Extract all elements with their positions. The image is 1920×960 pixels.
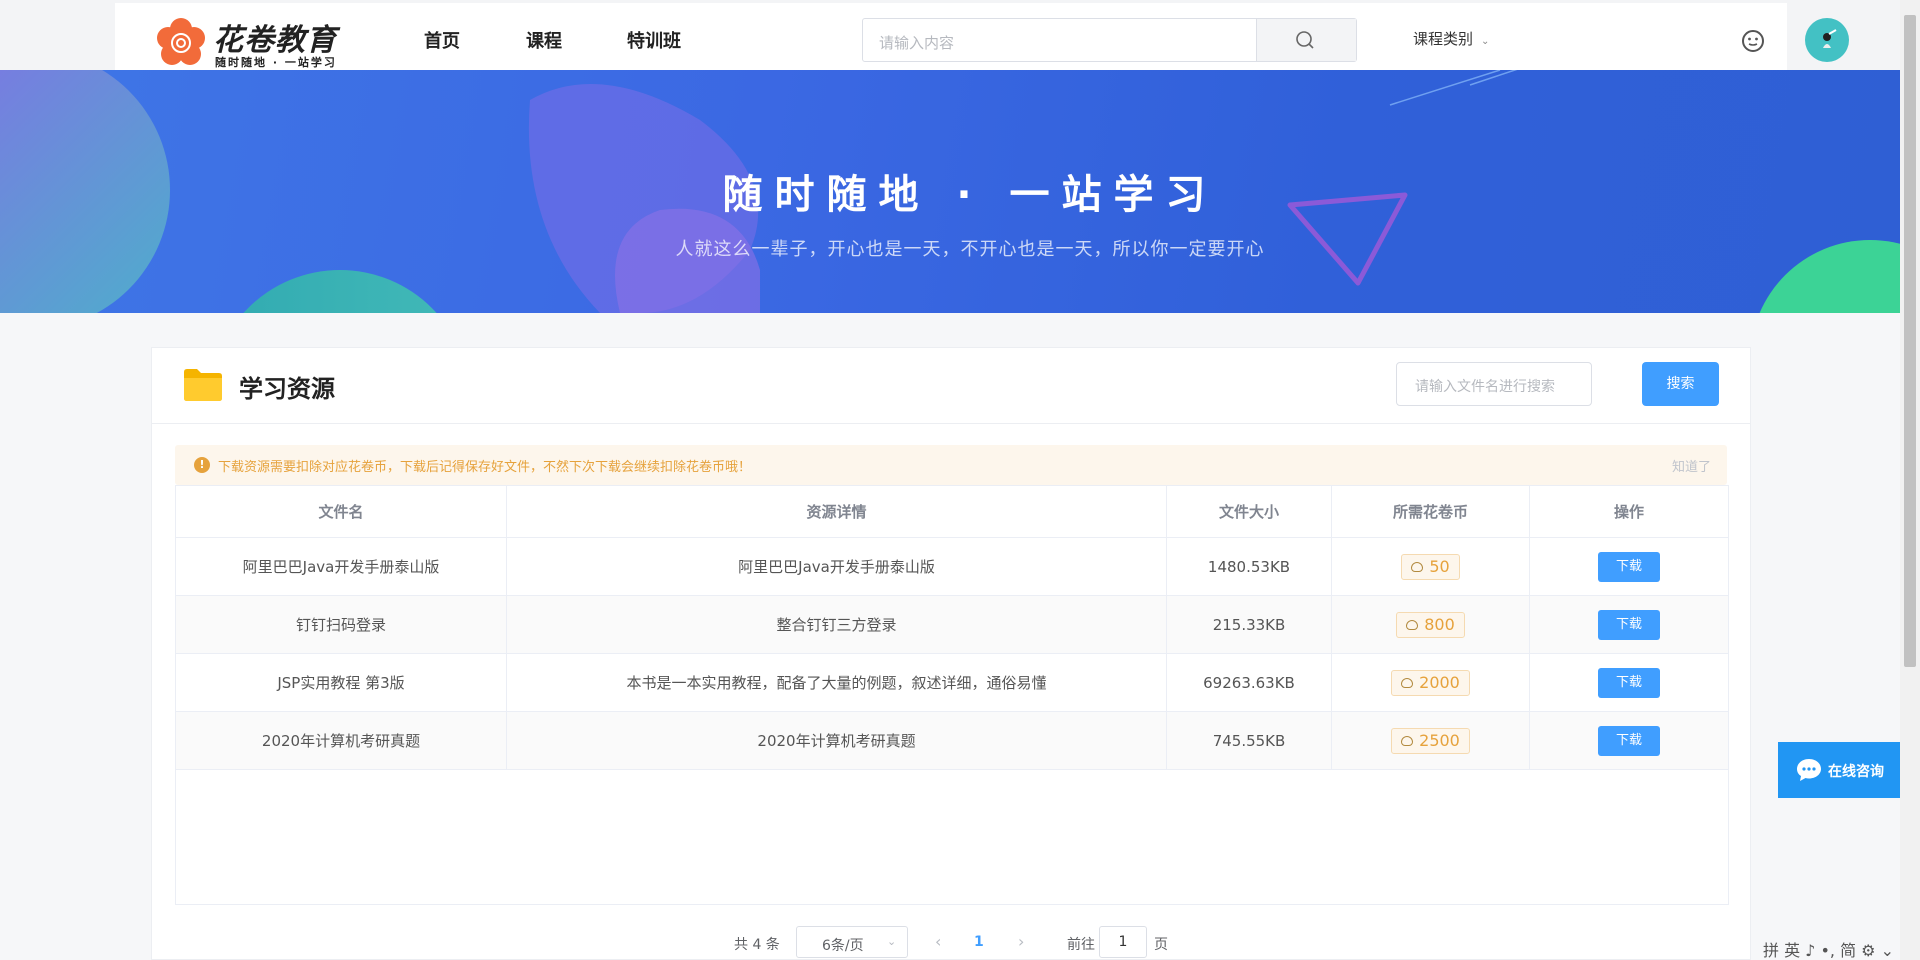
goto-page-input[interactable]: 1 xyxy=(1099,926,1147,958)
folder-icon xyxy=(184,369,222,401)
chat-bubble-icon xyxy=(1797,759,1821,781)
logo[interactable]: 花卷教育 随时随地 · 一站学习 xyxy=(155,13,355,69)
banner-subtitle: 人就这么一辈子，开心也是一天，不开心也是一天，所以你一定要开心 xyxy=(675,239,1265,260)
resources-panel: 学习资源 请输入文件名进行搜索 搜索 ! 下载资源需要扣除对应花卷币，下载后记得… xyxy=(151,347,1751,960)
coin-icon xyxy=(1406,619,1419,630)
cell-coins: 2500 xyxy=(1332,712,1530,769)
coin-tag: 50 xyxy=(1401,553,1460,580)
coin-icon xyxy=(1401,735,1414,746)
prev-page-icon[interactable]: ‹ xyxy=(935,932,941,951)
cell-filename: 阿里巴巴Java开发手册泰山版 xyxy=(176,538,507,595)
download-button[interactable]: 下载 xyxy=(1598,551,1660,582)
page-suffix: 页 xyxy=(1154,937,1168,953)
col-action: 操作 xyxy=(1613,503,1644,521)
coin-tag: 800 xyxy=(1396,611,1465,638)
user-avatar[interactable] xyxy=(1805,18,1849,62)
table-row: JSP实用教程 第3版 本书是一本实用教程，配备了大量的例题，叙述详细，通俗易懂… xyxy=(176,654,1728,712)
page-size-select[interactable]: 6条/页 ⌄ xyxy=(796,926,908,958)
category-label: 课程类别 xyxy=(1413,30,1474,48)
coin-icon xyxy=(1411,561,1424,572)
nav-courses[interactable]: 课程 xyxy=(526,27,562,53)
search-input[interactable]: 请输入内容 xyxy=(879,32,954,53)
pagination: 共 4 条 6条/页 ⌄ ‹ 1 › 前往 1 页 xyxy=(152,926,1752,958)
current-page[interactable]: 1 xyxy=(974,934,984,950)
cell-filename: 钉钉扫码登录 xyxy=(176,596,507,653)
cell-size: 69263.63KB xyxy=(1167,654,1332,711)
hero-banner: 随时随地 · 一站学习 人就这么一辈子，开心也是一天，不开心也是一天，所以你一定… xyxy=(0,70,1900,313)
coin-value: 2500 xyxy=(1419,731,1460,750)
cell-size: 745.55KB xyxy=(1167,712,1332,769)
download-button[interactable]: 下载 xyxy=(1598,725,1660,756)
cell-action: 下载 xyxy=(1530,712,1728,769)
site-search[interactable]: 请输入内容 xyxy=(862,18,1357,62)
cell-action: 下载 xyxy=(1530,654,1728,711)
next-page-icon[interactable]: › xyxy=(1018,932,1024,951)
chevron-down-icon: ⌄ xyxy=(1481,36,1490,47)
cell-size: 1480.53KB xyxy=(1167,538,1332,595)
coin-value: 800 xyxy=(1424,615,1455,634)
search-button[interactable] xyxy=(1256,19,1356,61)
file-search-placeholder: 请输入文件名进行搜索 xyxy=(1415,379,1555,395)
avatar-figure-icon xyxy=(1823,29,1837,48)
goto-label: 前往 xyxy=(1067,937,1095,953)
cell-action: 下载 xyxy=(1530,538,1728,595)
nav-home[interactable]: 首页 xyxy=(424,27,460,53)
col-coins: 所需花卷币 xyxy=(1332,486,1530,537)
cell-filename: JSP实用教程 第3版 xyxy=(176,654,507,711)
table-row: 阿里巴巴Java开发手册泰山版 阿里巴巴Java开发手册泰山版 1480.53K… xyxy=(176,538,1728,596)
panel-header: 学习资源 请输入文件名进行搜索 搜索 xyxy=(152,348,1750,424)
cell-action: 下载 xyxy=(1530,596,1728,653)
col-filename: 文件名 xyxy=(176,486,507,537)
table-row: 钉钉扫码登录 整合钉钉三方登录 215.33KB 800 下载 xyxy=(176,596,1728,654)
alert-close-button[interactable]: 知道了 xyxy=(1672,456,1711,475)
brand-name: 花卷教育 xyxy=(213,23,337,58)
top-bar: 花卷教育 随时随地 · 一站学习 首页 课程 特训班 请输入内容 课程类别 ⌄ xyxy=(0,0,1900,70)
course-category-dropdown[interactable]: 课程类别 ⌄ xyxy=(1413,28,1489,49)
search-icon xyxy=(1296,31,1314,49)
alert-text: 下载资源需要扣除对应花卷币，下载后记得保存好文件，不然下次下载会继续扣除花卷币哦… xyxy=(218,460,752,475)
cell-coins: 800 xyxy=(1332,596,1530,653)
consult-label: 在线咨询 xyxy=(1828,764,1884,780)
page-size-value: 6条/页 xyxy=(822,938,864,954)
resource-table: 文件名 资源详情 文件大小 所需花卷币 操作 阿里巴巴Java开发手册泰山版 阿… xyxy=(175,485,1729,905)
coin-value: 2000 xyxy=(1419,673,1460,692)
pagination-total: 共 4 条 xyxy=(734,937,780,953)
cell-detail: 阿里巴巴Java开发手册泰山版 xyxy=(507,538,1167,595)
file-search-input[interactable]: 请输入文件名进行搜索 xyxy=(1396,362,1592,406)
flower-logo-icon xyxy=(157,18,205,65)
table-row: 2020年计算机考研真题 2020年计算机考研真题 745.55KB 2500 … xyxy=(176,712,1728,770)
coin-value: 50 xyxy=(1429,557,1450,576)
online-consult-button[interactable]: 在线咨询 xyxy=(1778,742,1904,798)
page-scrollbar[interactable] xyxy=(1900,0,1920,960)
download-button[interactable]: 下载 xyxy=(1598,667,1660,698)
download-button[interactable]: 下载 xyxy=(1598,609,1660,640)
brand-slogan: 随时随地 · 一站学习 xyxy=(215,56,337,69)
warning-alert: ! 下载资源需要扣除对应花卷币，下载后记得保存好文件，不然下次下载会继续扣除花卷… xyxy=(175,445,1727,485)
header: 花卷教育 随时随地 · 一站学习 首页 课程 特训班 请输入内容 课程类别 ⌄ xyxy=(115,3,1849,70)
cell-coins: 50 xyxy=(1332,538,1530,595)
coin-icon xyxy=(1401,677,1414,688)
cell-detail: 整合钉钉三方登录 xyxy=(507,596,1167,653)
file-search-button[interactable]: 搜索 xyxy=(1642,362,1719,406)
nav-training[interactable]: 特训班 xyxy=(627,27,681,53)
cell-detail: 2020年计算机考研真题 xyxy=(507,712,1167,769)
coin-tag: 2000 xyxy=(1391,669,1470,696)
smiley-message-icon[interactable] xyxy=(1740,28,1766,54)
table-header: 文件名 资源详情 文件大小 所需花卷币 操作 xyxy=(176,486,1728,538)
warning-icon: ! xyxy=(194,457,210,473)
ime-toolbar[interactable]: 拼 英 ♪ •, 简 ⚙ ⌄ xyxy=(1763,937,1894,960)
banner-title: 随时随地 · 一站学习 xyxy=(722,172,1218,218)
coin-tag: 2500 xyxy=(1391,727,1470,754)
cell-detail: 本书是一本实用教程，配备了大量的例题，叙述详细，通俗易懂 xyxy=(507,654,1167,711)
scrollbar-thumb[interactable] xyxy=(1904,15,1916,667)
panel-title: 学习资源 xyxy=(239,375,335,403)
cell-coins: 2000 xyxy=(1332,654,1530,711)
col-size: 文件大小 xyxy=(1167,486,1332,537)
chevron-down-icon: ⌄ xyxy=(887,935,897,948)
col-detail: 资源详情 xyxy=(507,486,1167,537)
cell-size: 215.33KB xyxy=(1167,596,1332,653)
cell-filename: 2020年计算机考研真题 xyxy=(176,712,507,769)
